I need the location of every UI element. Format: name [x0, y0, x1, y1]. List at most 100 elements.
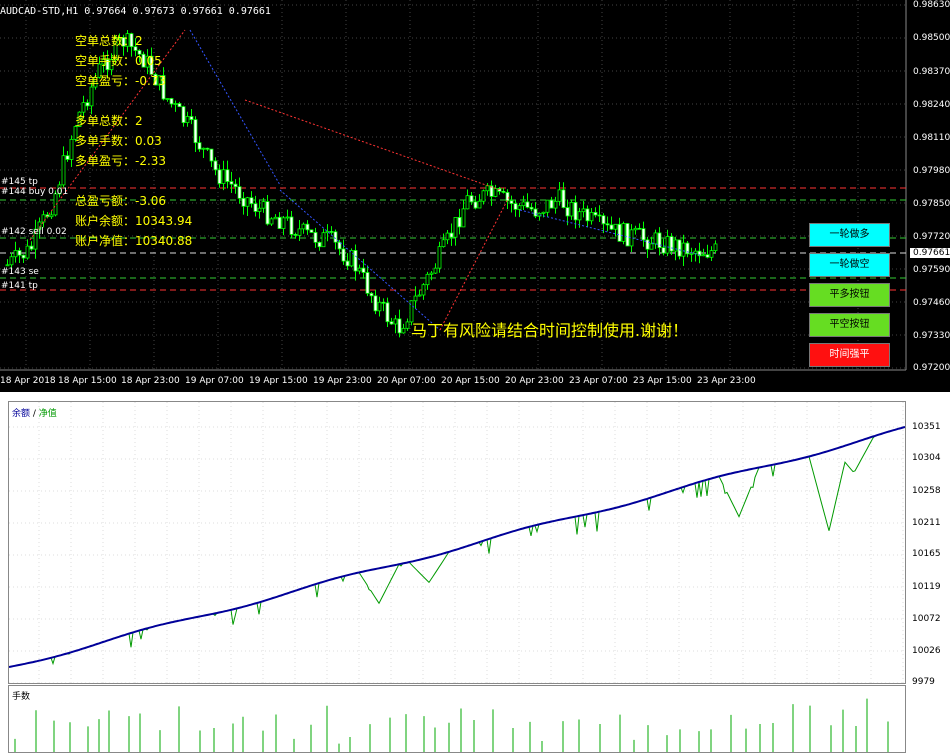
round-long-button[interactable]: 一轮做多 [809, 223, 890, 247]
chart-title: AUDCAD-STD,H1 0.97664 0.97673 0.97661 0.… [0, 6, 271, 17]
balance-equity-panel: 余额 / 净值 [8, 401, 906, 684]
order-connector [439, 194, 511, 331]
balance-axis-label: 10211 [912, 518, 941, 528]
close-short-button[interactable]: 平空按钮 [809, 313, 890, 337]
candle-body [429, 272, 434, 275]
time-close-button[interactable]: 时间强平 [809, 343, 890, 367]
time-label: 20 Apr 15:00 [441, 376, 500, 386]
info-line: 账户余额：10343.94 [75, 214, 193, 228]
balance-axis-label: 9979 [912, 677, 935, 687]
candle-body [277, 216, 282, 229]
candle-body [597, 214, 602, 217]
candle-body [501, 190, 506, 193]
price-label: 0.97330 [913, 331, 950, 341]
candle-body [405, 321, 410, 329]
candle-body [265, 201, 270, 225]
candle-body [289, 216, 294, 235]
candle-body [269, 218, 274, 225]
candle-body [385, 302, 390, 323]
candle-body [445, 232, 450, 241]
candle-body [209, 148, 214, 162]
candle-body [17, 250, 22, 256]
time-label: 18 Apr 23:00 [121, 376, 180, 386]
candle-body [365, 272, 370, 294]
candle-body [349, 250, 354, 267]
legend-separator: / [30, 409, 39, 419]
info-line: 账户净值：10340.88 [75, 234, 193, 248]
graph-legend: 余额 / 净值 [12, 406, 57, 419]
candle-body [309, 229, 314, 233]
candle-body [713, 243, 718, 252]
time-label: 23 Apr 15:00 [633, 376, 692, 386]
info-line: 空单总数：2 [75, 34, 143, 48]
candle-body [513, 203, 518, 210]
balance-axis-label: 10165 [912, 549, 941, 559]
candle-body [273, 216, 278, 220]
candle-body [529, 206, 534, 210]
candle-body [237, 186, 242, 199]
candle-body [569, 201, 574, 217]
candle-body [317, 241, 322, 248]
price-label: 0.98370 [913, 67, 950, 77]
candle-body [305, 223, 310, 231]
candle-body [469, 195, 474, 203]
time-label: 18 Apr 2018 [0, 376, 56, 386]
candle-body [185, 116, 190, 124]
candle-body [457, 216, 462, 228]
price-label: 0.97850 [913, 199, 950, 209]
candle-body [361, 267, 366, 273]
time-label: 20 Apr 23:00 [505, 376, 564, 386]
equity-line [9, 426, 905, 668]
candle-body [461, 208, 466, 228]
candle-body [21, 254, 26, 259]
candle-body [577, 211, 582, 221]
candle-body [493, 188, 498, 197]
candle-body [65, 155, 70, 160]
balance-line [9, 426, 905, 668]
balance-axis-label: 10304 [912, 453, 941, 463]
candle-body [421, 284, 426, 296]
candle-body [281, 217, 286, 229]
candle-body [89, 86, 94, 107]
candle-body [517, 205, 522, 210]
candle-body [601, 215, 606, 225]
time-label: 19 Apr 15:00 [249, 376, 308, 386]
candle-body [85, 102, 90, 107]
candle-body [425, 273, 430, 286]
candle-body [393, 318, 398, 325]
legend-balance: 余额 [12, 409, 31, 419]
candle-body [485, 185, 490, 192]
candle-body [617, 223, 622, 242]
candle-body [549, 199, 554, 209]
close-long-button[interactable]: 平多按钮 [809, 283, 890, 307]
candle-body [613, 223, 618, 230]
candle-body [609, 224, 614, 230]
balance-equity-graph [9, 402, 905, 683]
candle-body [473, 201, 478, 209]
time-label: 23 Apr 23:00 [697, 376, 756, 386]
candle-body [413, 295, 418, 302]
time-label: 19 Apr 23:00 [313, 376, 372, 386]
candle-body [377, 301, 382, 312]
candle-body [293, 234, 298, 236]
candle-body [681, 242, 686, 257]
candle-body [173, 103, 178, 105]
candle-body [465, 195, 470, 210]
price-label: 0.97720 [913, 232, 950, 242]
candle-body [233, 183, 238, 188]
candle-body [589, 212, 594, 222]
candle-body [165, 98, 170, 100]
info-line: 空单盈亏：-0.73 [75, 74, 167, 88]
candle-body [573, 201, 578, 221]
candle-body [49, 214, 54, 218]
candle-body [213, 160, 218, 171]
candle-body [557, 189, 562, 202]
balance-axis-label: 10351 [912, 422, 941, 432]
candle-body [521, 201, 526, 207]
candle-body [653, 232, 658, 245]
candle-body [581, 208, 586, 213]
price-chart[interactable]: AUDCAD-STD,H1 0.97664 0.97673 0.97661 0.… [0, 0, 950, 392]
order-connector [279, 189, 441, 331]
round-short-button[interactable]: 一轮做空 [809, 253, 890, 277]
candle-body [505, 192, 510, 202]
